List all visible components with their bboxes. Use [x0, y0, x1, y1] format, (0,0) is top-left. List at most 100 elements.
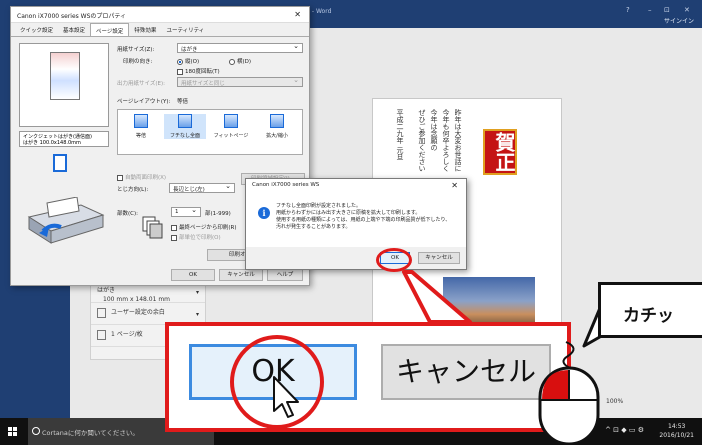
margin-label: ユーザー設定の余白: [111, 309, 165, 316]
paper-preview: [19, 43, 109, 127]
close-icon[interactable]: ✕: [451, 181, 458, 190]
tab-quick-setup[interactable]: クイック設定: [15, 23, 58, 36]
rotate-option[interactable]: 180度回転(T): [177, 67, 220, 75]
minimize-icon[interactable]: –: [648, 6, 652, 14]
collate-checkbox[interactable]: [171, 234, 177, 241]
clock-date: 2016/10/21: [659, 432, 694, 439]
auto-duplex-option[interactable]: 自動両面印刷(X): [117, 173, 166, 181]
message-text: フチなし全面印刷が設定されました。 用紙からわずかにはみ出す大きさに原稿を拡大し…: [276, 203, 462, 231]
message-line: フチなし全面印刷が設定されました。: [276, 203, 362, 209]
tab-page-setup[interactable]: ページ設定: [90, 23, 130, 36]
tab-utility[interactable]: ユーティリティ: [161, 23, 209, 36]
greeting-line-3: 今年は念願の: [430, 109, 438, 151]
layout-option-label: フチなし全面: [169, 133, 200, 139]
restore-icon[interactable]: ⊡: [664, 6, 670, 14]
output-size-select[interactable]: 用紙サイズと同じ: [177, 76, 303, 87]
highlight-ring-small: [376, 248, 412, 272]
chevron-down-icon: ▾: [195, 289, 199, 296]
ok-button[interactable]: OK: [171, 269, 215, 281]
message-cancel-button[interactable]: キャンセル: [418, 252, 460, 264]
help-button[interactable]: ヘルプ: [267, 269, 303, 281]
gasho-stamp: 賀正: [483, 129, 517, 175]
last-page-first-label: 最終ページから印刷(R): [179, 225, 237, 231]
greeting-line-4: ぜひご参加ください: [418, 109, 426, 172]
last-page-first-checkbox[interactable]: [171, 224, 177, 231]
last-page-first-option[interactable]: 最終ページから印刷(R): [171, 223, 237, 231]
layout-value: 等倍: [177, 99, 189, 105]
collate-option[interactable]: 部単位で印刷(O): [171, 233, 221, 241]
system-tray-icons[interactable]: ^ ⊡ ◆ ▭ ⚙: [605, 426, 644, 434]
paper-orientation-icon[interactable]: [53, 154, 67, 172]
paper-size-value: 100 mm x 148.01 mm: [103, 296, 171, 303]
normal-layout-icon: [134, 114, 148, 128]
radio-portrait[interactable]: [177, 58, 183, 65]
zoom-level: 100%: [606, 398, 624, 405]
info-icon: i: [258, 207, 270, 219]
tab-bar: クイック設定 基本設定 ページ設定 特殊効果 ユーティリティ: [11, 23, 309, 37]
cancel-button[interactable]: キャンセル: [219, 269, 263, 281]
orientation-portrait[interactable]: 縦(O): [177, 57, 199, 65]
message-line: 使用する用紙の種類によっては、用紙の上端や下端の印刷品質が低下したり、: [276, 217, 451, 223]
copies-range: 部(1-999): [205, 211, 231, 217]
cortana-icon: [32, 427, 40, 435]
message-line: 用紙からわずかにはみ出す大きさに原稿を拡大して印刷します。: [276, 210, 421, 216]
binding-label: とじ方向(L):: [117, 187, 149, 193]
zoom-cancel-button[interactable]: キャンセル: [381, 344, 551, 400]
page-icon: [97, 329, 106, 340]
close-icon[interactable]: ✕: [684, 6, 690, 14]
auto-duplex-label: 自動両面印刷(X): [125, 175, 167, 181]
orientation-landscape[interactable]: 横(D): [229, 57, 251, 65]
layout-option-borderless[interactable]: フチなし全面: [164, 114, 206, 139]
pages-label: 1 ページ/枚: [111, 331, 143, 338]
signin-link[interactable]: サインイン: [664, 16, 694, 25]
close-icon[interactable]: ✕: [294, 10, 301, 19]
rotate-label: 180度回転(T): [185, 69, 220, 75]
layout-option-fit[interactable]: フィットページ: [210, 114, 252, 139]
message-button-bar: OK キャンセル: [246, 247, 466, 269]
help-icon[interactable]: ?: [626, 6, 630, 14]
dialog-titlebar: Canon iX7000 series WSのプロパティ ✕: [11, 7, 309, 23]
rotate-checkbox[interactable]: [177, 68, 183, 75]
layout-list: 等倍 フチなし全面 フィットページ 拡大/縮小: [117, 109, 303, 155]
fit-page-layout-icon: [224, 114, 238, 128]
copies-stack-icon: [142, 216, 163, 239]
margin-icon: [97, 307, 106, 318]
copies-label: 部数(C):: [117, 211, 138, 217]
message-titlebar: Canon iX7000 series WS ✕: [246, 179, 466, 193]
clock[interactable]: 14:53 2016/10/21: [659, 422, 694, 440]
message-line: 汚れが発生することがあります。: [276, 224, 351, 230]
radio-landscape[interactable]: [229, 58, 235, 65]
clock-time: 14:53: [668, 423, 686, 430]
binding-select[interactable]: 長辺とじ(左): [169, 182, 235, 193]
layout-option-normal[interactable]: 等倍: [120, 114, 162, 139]
collate-label: 部単位で印刷(O): [179, 235, 221, 241]
output-size-label: 出力用紙サイズ(E):: [117, 81, 165, 87]
printer-illustration-icon: [27, 197, 105, 244]
copies-spinner[interactable]: 1: [171, 206, 201, 217]
dialog-title: Canon iX7000 series WSのプロパティ: [17, 13, 127, 20]
greeting-line-2: 今年も何卒よろしく: [442, 109, 450, 172]
media-info: インクジェットはがき(通信面) はがき 100.0x148.0mm: [19, 131, 109, 147]
zoom-callout: OK キャンセル: [165, 322, 571, 432]
orientation-label: 印刷の向き:: [123, 59, 153, 65]
layout-option-label: 等倍: [135, 133, 146, 139]
paper-size-select[interactable]: はがき: [177, 42, 303, 53]
date-line: 平成二九年 元旦: [396, 109, 404, 161]
mouse-pointer-icon: [273, 376, 299, 418]
scaled-layout-icon: [270, 114, 284, 128]
mouse-click-icon: [538, 341, 600, 445]
paper-size-label: 用紙サイズ(Z):: [117, 47, 155, 53]
click-sound-bubble: カチッ: [598, 282, 702, 338]
windows-start-icon[interactable]: [8, 427, 18, 437]
borderless-message-box: Canon iX7000 series WS ✕ i フチなし全面印刷が設定され…: [245, 178, 467, 270]
greeting-line-1: 昨年は大変お世話に: [454, 109, 462, 172]
auto-duplex-checkbox[interactable]: [117, 174, 123, 181]
landscape-label: 横(D): [237, 59, 252, 65]
layout-option-scaled[interactable]: 拡大/縮小: [256, 114, 298, 139]
tab-effects[interactable]: 特殊効果: [129, 23, 161, 36]
borderless-layout-icon: [178, 114, 192, 128]
portrait-label: 縦(O): [185, 59, 200, 65]
search-placeholder: Cortanaに何か聞いてください。: [42, 429, 139, 437]
message-title: Canon iX7000 series WS: [252, 182, 320, 188]
tab-main[interactable]: 基本設定: [58, 23, 90, 36]
